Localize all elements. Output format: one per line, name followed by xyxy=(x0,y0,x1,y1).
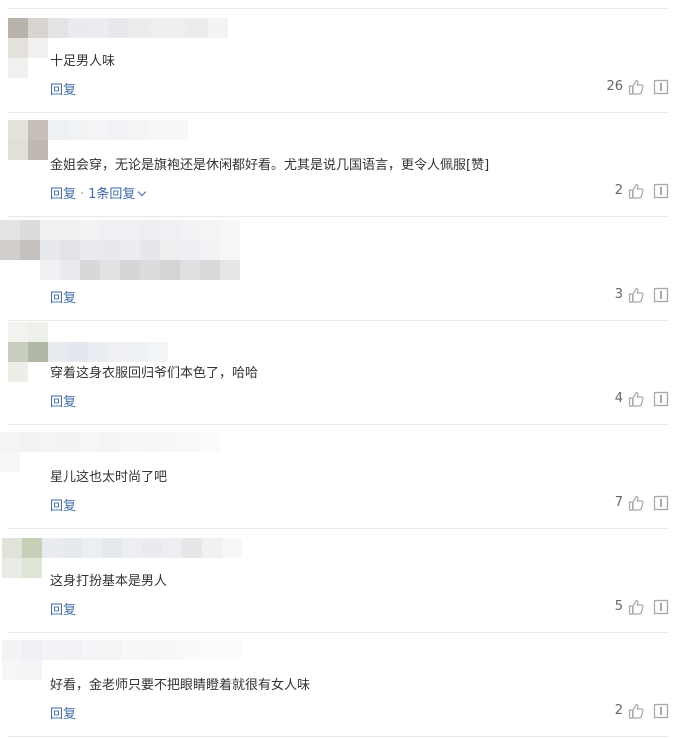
like-count: 26 xyxy=(606,79,623,94)
view-replies-link[interactable]: 1条回复 xyxy=(88,187,147,202)
reply-label: 回复 xyxy=(50,187,77,202)
comment-item: 十足男人味 回复 26 xyxy=(0,8,695,112)
divider xyxy=(8,736,669,737)
reply-button[interactable]: 回复 xyxy=(50,287,76,306)
thumbs-up-icon[interactable] xyxy=(628,183,644,199)
thumbs-up-icon[interactable] xyxy=(628,391,644,407)
thumbs-up-icon[interactable] xyxy=(628,703,644,719)
comment-text: 这身打扮基本是男人 xyxy=(50,574,168,589)
report-icon[interactable] xyxy=(653,495,669,511)
like-count: 7 xyxy=(614,495,623,510)
reply-button[interactable]: 回复 xyxy=(50,599,76,618)
reply-button[interactable]: 回复 xyxy=(50,79,76,98)
reply-label: 回复 xyxy=(50,603,77,618)
like-count: 4 xyxy=(614,391,623,406)
reply-button[interactable]: 回复 xyxy=(50,703,76,722)
chevron-down-icon xyxy=(138,187,147,197)
reply-button[interactable]: 回复 · 1条回复 xyxy=(50,183,147,202)
thumbs-up-icon[interactable] xyxy=(628,599,644,615)
comment-item: 星儿这也太时尚了吧 回复 7 xyxy=(0,424,695,528)
like-count: 5 xyxy=(614,599,623,614)
report-icon[interactable] xyxy=(653,599,669,615)
like-count: 3 xyxy=(614,287,623,302)
comment-text: 好看，金老师只要不把眼睛瞪着就很有女人味 xyxy=(50,678,311,693)
reply-count-label: 1条回复 xyxy=(88,187,136,202)
reply-label: 回复 xyxy=(50,499,77,514)
reply-button[interactable]: 回复 xyxy=(50,391,76,410)
comment-item: 回复 3 xyxy=(0,216,695,320)
pixelated-avatar-and-username xyxy=(8,18,228,78)
comment-item: 这身打扮基本是男人 回复 5 xyxy=(0,528,695,632)
pixelated-avatar-and-username xyxy=(0,220,240,280)
reply-label: 回复 xyxy=(50,83,77,98)
report-icon[interactable] xyxy=(653,79,669,95)
reply-label: 回复 xyxy=(50,291,77,306)
comment-text: 星儿这也太时尚了吧 xyxy=(50,470,168,485)
report-icon[interactable] xyxy=(653,287,669,303)
reply-label: 回复 xyxy=(50,707,77,722)
like-count: 2 xyxy=(614,703,623,718)
comment-text: 穿着这身衣服回归爷们本色了，哈哈 xyxy=(50,366,259,381)
report-icon[interactable] xyxy=(653,703,669,719)
comment-item: 穿着这身衣服回归爷们本色了，哈哈 回复 4 xyxy=(0,320,695,424)
report-icon[interactable] xyxy=(653,391,669,407)
comment-text: 金姐会穿，无论是旗袍还是休闲都好看。尤其是说几国语言，更令人佩服[赞] xyxy=(50,158,490,173)
like-count: 2 xyxy=(614,183,623,198)
comment-item: 金姐会穿，无论是旗袍还是休闲都好看。尤其是说几国语言，更令人佩服[赞] 回复 · 1… xyxy=(0,112,695,216)
thumbs-up-icon[interactable] xyxy=(628,79,644,95)
comment-item: 好看，金老师只要不把眼睛瞪着就很有女人味 回复 2 xyxy=(0,632,695,736)
reply-label: 回复 xyxy=(50,395,77,410)
thumbs-up-icon[interactable] xyxy=(628,287,644,303)
thumbs-up-icon[interactable] xyxy=(628,495,644,511)
separator: · xyxy=(80,187,85,202)
reply-button[interactable]: 回复 xyxy=(50,495,76,514)
report-icon[interactable] xyxy=(653,183,669,199)
comment-text: 十足男人味 xyxy=(50,54,116,69)
